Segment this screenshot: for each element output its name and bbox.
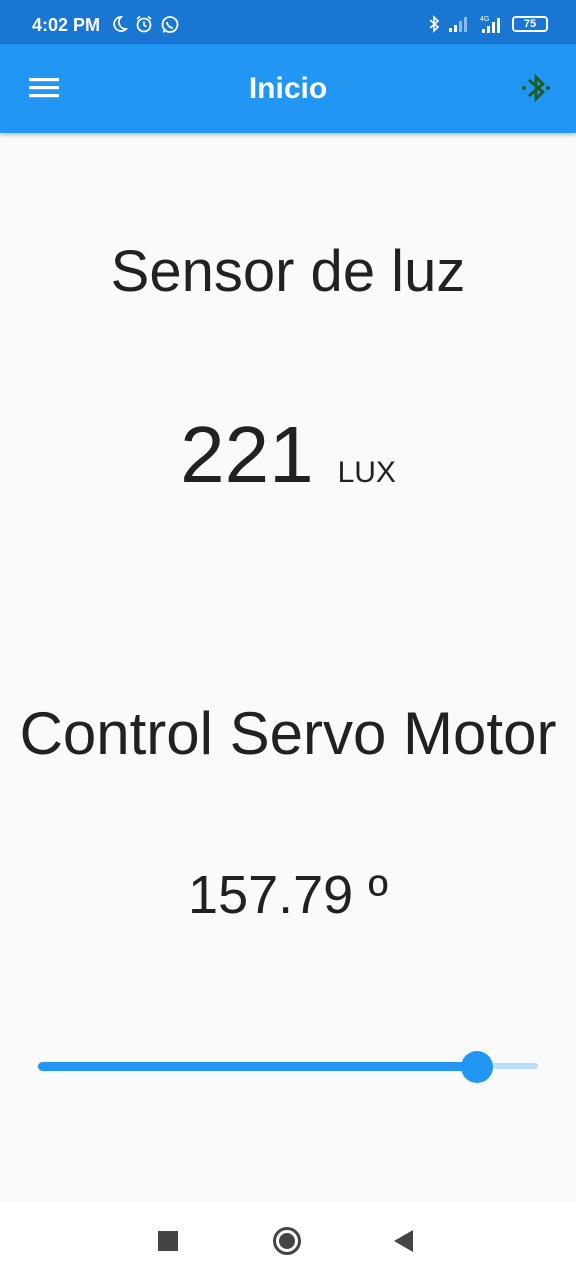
app-title: Inicio: [248, 72, 328, 105]
slider-fill: [38, 1062, 477, 1071]
bluetooth-icon: [429, 15, 440, 33]
signal-4g-icon: 4G: [480, 16, 500, 33]
lux-value: 221: [180, 410, 314, 499]
bluetooth-button[interactable]: [520, 70, 554, 106]
home-icon[interactable]: [273, 1227, 301, 1255]
recent-apps-icon[interactable]: [158, 1231, 178, 1251]
bluetooth-searching-icon: [522, 73, 550, 103]
slider-thumb[interactable]: [460, 1051, 493, 1083]
status-left-icons: [110, 15, 180, 35]
system-nav-bar: [0, 1202, 576, 1280]
lux-unit: LUX: [337, 456, 396, 489]
servo-slider[interactable]: [38, 1045, 538, 1089]
sensor-title: Sensor de luz: [110, 239, 466, 304]
moon-icon: [113, 16, 128, 32]
status-right-icons: 4G 75: [428, 15, 548, 33]
battery-indicator: 75: [512, 16, 548, 32]
whatsapp-icon: [161, 16, 179, 33]
svg-text:4G: 4G: [480, 16, 489, 23]
servo-angle: 157.79 º: [188, 865, 388, 925]
app-bar: Inicio: [0, 44, 576, 133]
servo-title: Control Servo Motor: [19, 700, 557, 767]
signal-icon: [449, 17, 467, 32]
back-icon[interactable]: [394, 1230, 413, 1252]
alarm-icon: [136, 15, 152, 33]
status-time: 4:02 PM: [32, 15, 101, 35]
lux-reading: 221 LUX: [0, 409, 576, 501]
status-bar: 4:02 PM 4G 75: [0, 0, 576, 44]
